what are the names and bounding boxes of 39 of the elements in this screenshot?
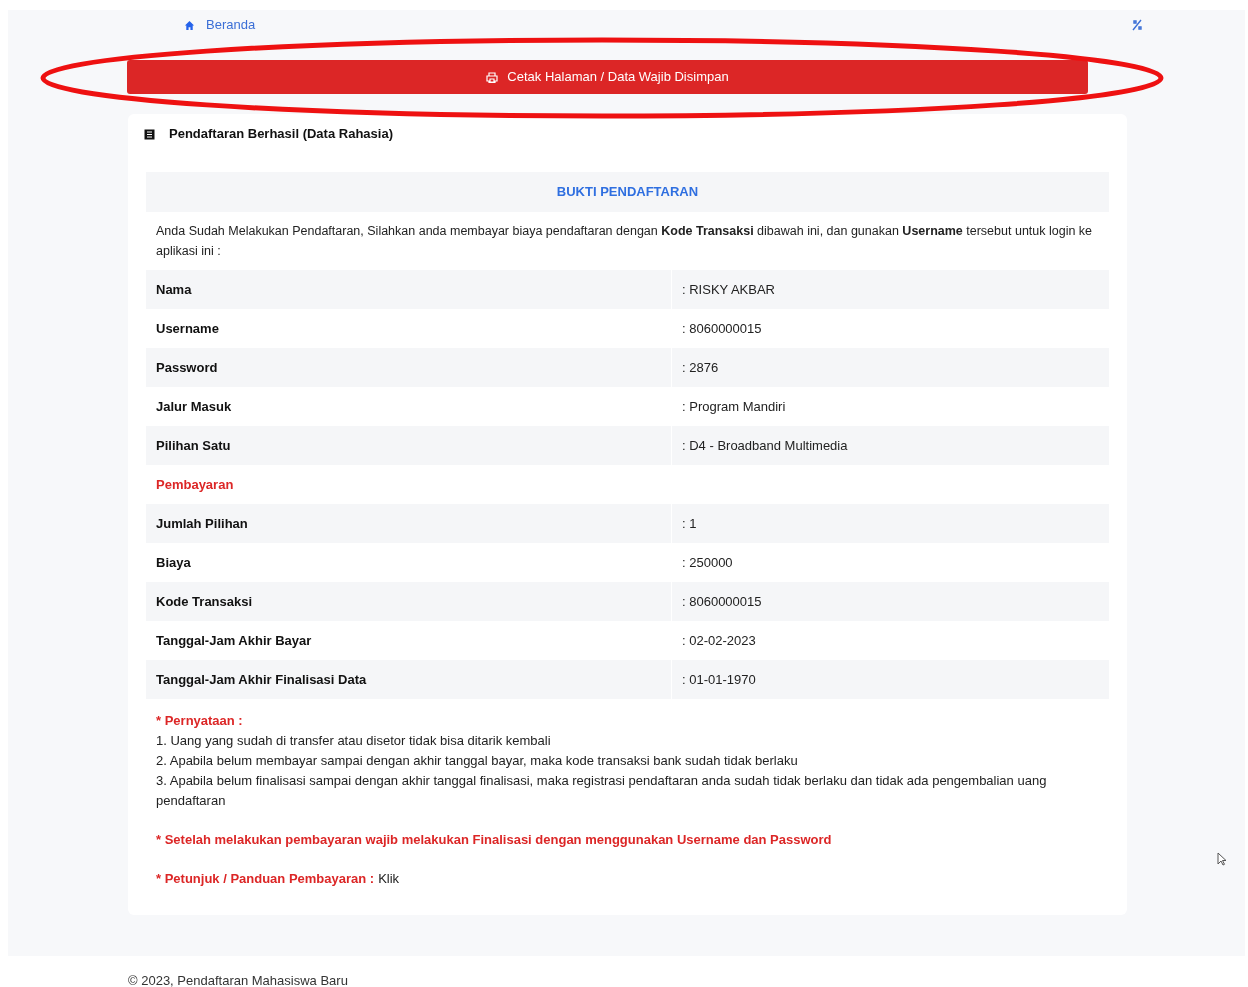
cursor-icon [1217,852,1227,866]
home-icon [184,19,195,31]
card-title: Pendaftaran Berhasil (Data Rahasia) [169,125,393,144]
field-label: Kode Transaksi [156,592,253,611]
field-value: : 8060000015 [682,592,762,611]
field-value: : 8060000015 [682,319,762,338]
field-label: Jumlah Pilihan [156,514,248,533]
statement-item: 1. Uang yang sudah di transfer atau disetor tidak bisa ditarik kembali [156,732,552,750]
field-value: : 250000 [682,553,733,572]
guide-label: * Petunjuk / Panduan Pembayaran : [156,870,375,888]
field-label: Jalur Masuk [156,397,232,416]
field-label: Pilihan Satu [156,436,231,455]
field-value: : Program Mandiri [682,397,786,416]
field-value: : 2876 [682,358,719,377]
printer-icon [486,71,499,83]
guide-link[interactable]: Klik [378,869,400,889]
print-button[interactable]: Cetak Halaman / Data Wajib Disimpan [127,60,1088,94]
intro-paragraph: Anda Sudah Melakukan Pendaftaran, Silahkan anda membayar biaya pendaftaran dengan Kode Transaksi dibawah ini, dan gunakan Username tersebut untuk login ke aplikasi ini : [155,223,1094,260]
breadcrumb-link[interactable]: Beranda [206,15,256,35]
statement-item: 2. Apabila belum membayar sampai dengan akhir tanggal bayar, maka kode transaksi bank sudah tidak berlaku [156,752,799,770]
field-label: Biaya [156,553,191,572]
statement-title: * Pernyataan : [156,712,244,730]
notice-text: * Setelah melakukan pembayaran wajib melakukan Finalisasi dengan menggunakan Username dan Password [156,831,833,849]
field-value: : 02-02-2023 [682,631,756,650]
field-label: Tanggal-Jam Akhir Bayar [156,631,312,650]
footer-text: © 2023, Pendaftaran Mahasiswa Baru [128,973,348,987]
field-value: : 01-01-1970 [682,670,756,689]
field-label: Tanggal-Jam Akhir Finalisasi Data [156,670,367,689]
field-value: : RISKY AKBAR [682,280,775,299]
section-heading: Pembayaran [156,475,234,494]
list-icon [144,128,155,140]
field-value: : 1 [682,514,697,533]
proof-heading: BUKTI PENDAFTARAN [556,183,699,202]
field-label: Username [156,319,219,338]
field-label: Password [156,358,218,377]
percent-icon[interactable] [1131,19,1143,31]
field-value: : D4 - Broadband Multimedia [682,436,848,455]
statement-item: 3. Apabila belum finalisasi sampai dengan akhir tanggal finalisasi, maka registrasi pendaftaran anda sudah tidak berlaku dan tidak ada pengembalian uang pendaftaran [156,772,1048,810]
field-label: Nama [156,280,192,299]
